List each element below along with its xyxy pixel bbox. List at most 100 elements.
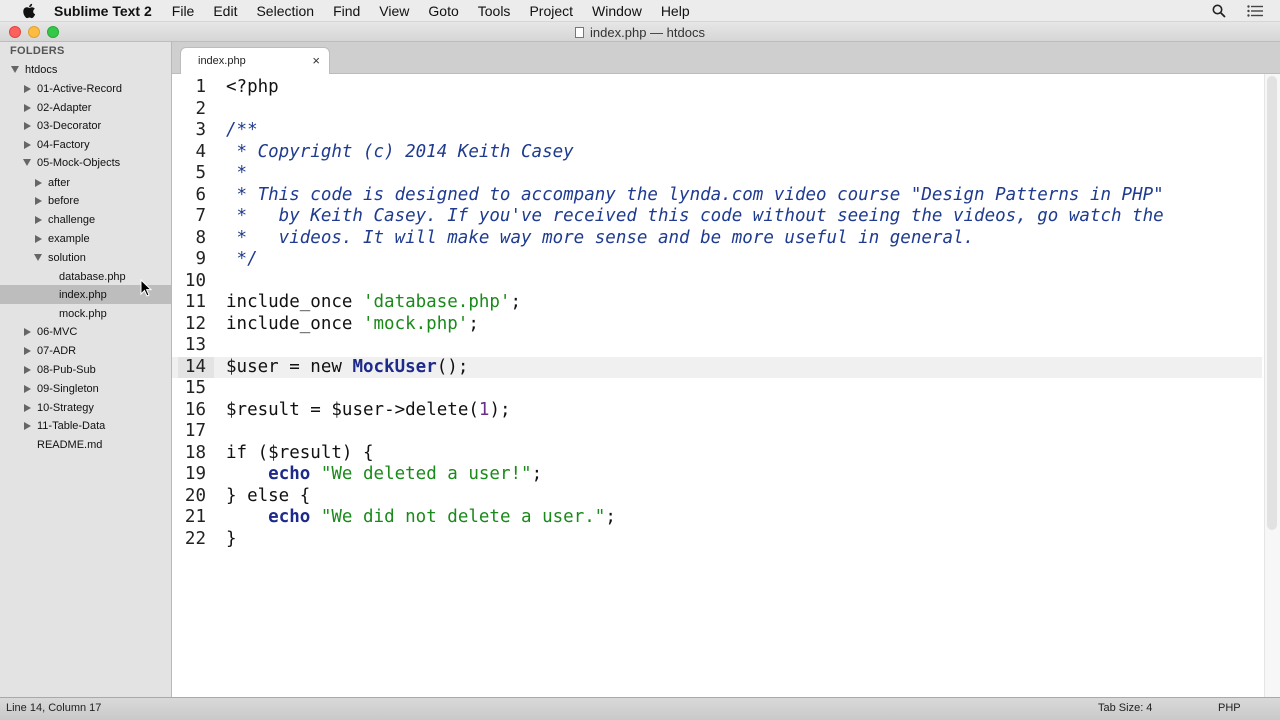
tree-label: 04-Factory: [37, 138, 90, 151]
code-line[interactable]: 20} else {: [172, 486, 1262, 508]
disclosure-closed-icon[interactable]: [24, 103, 31, 112]
code-token: 1: [478, 399, 490, 420]
tree-file-readme-md[interactable]: README.md: [37, 435, 102, 454]
code-text: if ($result) {: [226, 443, 374, 465]
tree-folder-after[interactable]: after: [35, 173, 70, 192]
tree-file-database-php[interactable]: database.php: [59, 267, 126, 286]
menu-goto[interactable]: Goto: [428, 3, 458, 19]
code-token: $user: [331, 399, 385, 420]
code-line[interactable]: 19 echo "We deleted a user!";: [172, 464, 1262, 486]
code-line[interactable]: 7 * by Keith Casey. If you've received t…: [172, 206, 1262, 228]
tree-folder-htdocs[interactable]: htdocs: [11, 60, 57, 79]
notification-center-icon[interactable]: [1244, 0, 1266, 22]
disclosure-closed-icon[interactable]: [24, 84, 31, 93]
tree-label: 02-Adapter: [37, 101, 92, 114]
disclosure-closed-icon[interactable]: [24, 384, 31, 393]
scroll-thumb[interactable]: [1267, 76, 1277, 530]
disclosure-closed-icon[interactable]: [35, 215, 42, 224]
disclosure-closed-icon[interactable]: [24, 421, 31, 430]
disclosure-open-icon[interactable]: [11, 66, 19, 73]
close-tab-icon[interactable]: ×: [312, 53, 320, 68]
code-text: } else {: [226, 486, 310, 508]
menu-find[interactable]: Find: [333, 3, 360, 19]
tab-index-php[interactable]: index.php ×: [180, 47, 330, 74]
tree-file-mock-php[interactable]: mock.php: [59, 304, 107, 323]
disclosure-closed-icon[interactable]: [35, 178, 42, 187]
tree-folder-07-adr[interactable]: 07-ADR: [24, 341, 76, 360]
code-line[interactable]: 22}: [172, 529, 1262, 551]
tab-size-indicator[interactable]: Tab Size: 4: [1098, 702, 1152, 714]
tree-folder-10-strategy[interactable]: 10-Strategy: [24, 398, 94, 417]
code-token: */: [226, 249, 258, 269]
tab-strip: index.php ×: [172, 42, 1280, 74]
tree-folder-08-pub-sub[interactable]: 08-Pub-Sub: [24, 360, 96, 379]
tree-folder-before[interactable]: before: [35, 191, 79, 210]
tree-folder-05-mock-objects[interactable]: 05-Mock-Objects: [23, 153, 120, 172]
tree-label: htdocs: [25, 63, 58, 76]
disclosure-open-icon[interactable]: [34, 254, 42, 261]
syntax-indicator[interactable]: PHP: [1218, 702, 1241, 714]
disclosure-closed-icon[interactable]: [24, 403, 31, 412]
code-token: } else {: [226, 485, 311, 506]
mouse-pointer-icon: [140, 279, 152, 297]
code-line[interactable]: 9 */: [172, 249, 1262, 271]
code-line[interactable]: 15: [172, 378, 1262, 400]
apple-icon[interactable]: [18, 0, 40, 22]
disclosure-closed-icon[interactable]: [24, 346, 31, 355]
code-line[interactable]: 10: [172, 271, 1262, 293]
line-number: 14: [184, 356, 206, 377]
code-line[interactable]: 1 <?php: [172, 77, 1262, 99]
tree-folder-03-decorator[interactable]: 03-Decorator: [24, 116, 101, 135]
disclosure-closed-icon[interactable]: [24, 327, 31, 336]
code-token: ->delete(: [384, 399, 479, 420]
code-token: MockUser: [352, 356, 437, 377]
tree-file-index-php[interactable]: index.php: [59, 285, 107, 304]
code-line[interactable]: 17: [172, 421, 1262, 443]
code-token: }: [226, 528, 237, 549]
code-line[interactable]: 5 *: [172, 163, 1262, 185]
tree-folder-solution[interactable]: solution: [34, 248, 86, 267]
line-number: 11: [184, 292, 206, 312]
tree-folder-06-mvc[interactable]: 06-MVC: [24, 322, 77, 341]
menu-window[interactable]: Window: [592, 3, 642, 19]
code-line[interactable]: 21 echo "We did not delete a user.";: [172, 507, 1262, 529]
code-line[interactable]: 11 include_once 'database.php';: [172, 292, 1262, 314]
code-line[interactable]: 3 /**: [172, 120, 1262, 142]
tree-folder-01-active-record[interactable]: 01-Active-Record: [24, 79, 122, 98]
code-line[interactable]: 6 * This code is designed to accompany t…: [172, 185, 1262, 207]
menu-view[interactable]: View: [379, 3, 409, 19]
tree-folder-09-singleton[interactable]: 09-Singleton: [24, 379, 99, 398]
tree-label: before: [48, 194, 80, 207]
code-line[interactable]: 8 * videos. It will make way more sense …: [172, 228, 1262, 250]
vertical-scrollbar[interactable]: [1264, 74, 1280, 697]
tree-folder-04-factory[interactable]: 04-Factory: [24, 135, 90, 154]
menu-selection[interactable]: Selection: [256, 3, 314, 19]
code-line[interactable]: 14 $user = new MockUser();: [172, 356, 1262, 378]
code-line[interactable]: 4 * Copyright (c) 2014 Keith Casey: [172, 142, 1262, 164]
menu-tools[interactable]: Tools: [478, 3, 511, 19]
spotlight-search-icon[interactable]: [1208, 0, 1230, 22]
tree-label: mock.php: [59, 307, 107, 320]
menu-edit[interactable]: Edit: [213, 3, 237, 19]
code-line[interactable]: 13: [172, 335, 1262, 357]
tree-folder-challenge[interactable]: challenge: [35, 210, 95, 229]
tree-folder-02-adapter[interactable]: 02-Adapter: [24, 98, 91, 117]
app-name-menu[interactable]: Sublime Text 2: [54, 3, 152, 19]
code-line[interactable]: 12 include_once 'mock.php';: [172, 314, 1262, 336]
code-editor[interactable]: 1 <?php 2 3/** 4 * Copyright (c) 2014 Keith …: [172, 74, 1280, 697]
menu-project[interactable]: Project: [529, 3, 573, 19]
code-line[interactable]: 16 $result = $user->delete(1);: [172, 400, 1262, 422]
menu-file[interactable]: File: [172, 3, 195, 19]
tree-folder-example[interactable]: example: [35, 229, 90, 248]
disclosure-closed-icon[interactable]: [35, 196, 42, 205]
tree-folder-11-table-data[interactable]: 11-Table-Data: [24, 416, 105, 435]
line-number: 8: [195, 227, 206, 248]
code-line[interactable]: 18 if ($result) {: [172, 443, 1262, 465]
disclosure-open-icon[interactable]: [23, 159, 31, 166]
disclosure-closed-icon[interactable]: [24, 140, 31, 149]
disclosure-closed-icon[interactable]: [24, 121, 31, 130]
disclosure-closed-icon[interactable]: [35, 234, 42, 243]
disclosure-closed-icon[interactable]: [24, 365, 31, 374]
menu-help[interactable]: Help: [661, 3, 690, 19]
code-line[interactable]: 2: [172, 99, 1262, 121]
